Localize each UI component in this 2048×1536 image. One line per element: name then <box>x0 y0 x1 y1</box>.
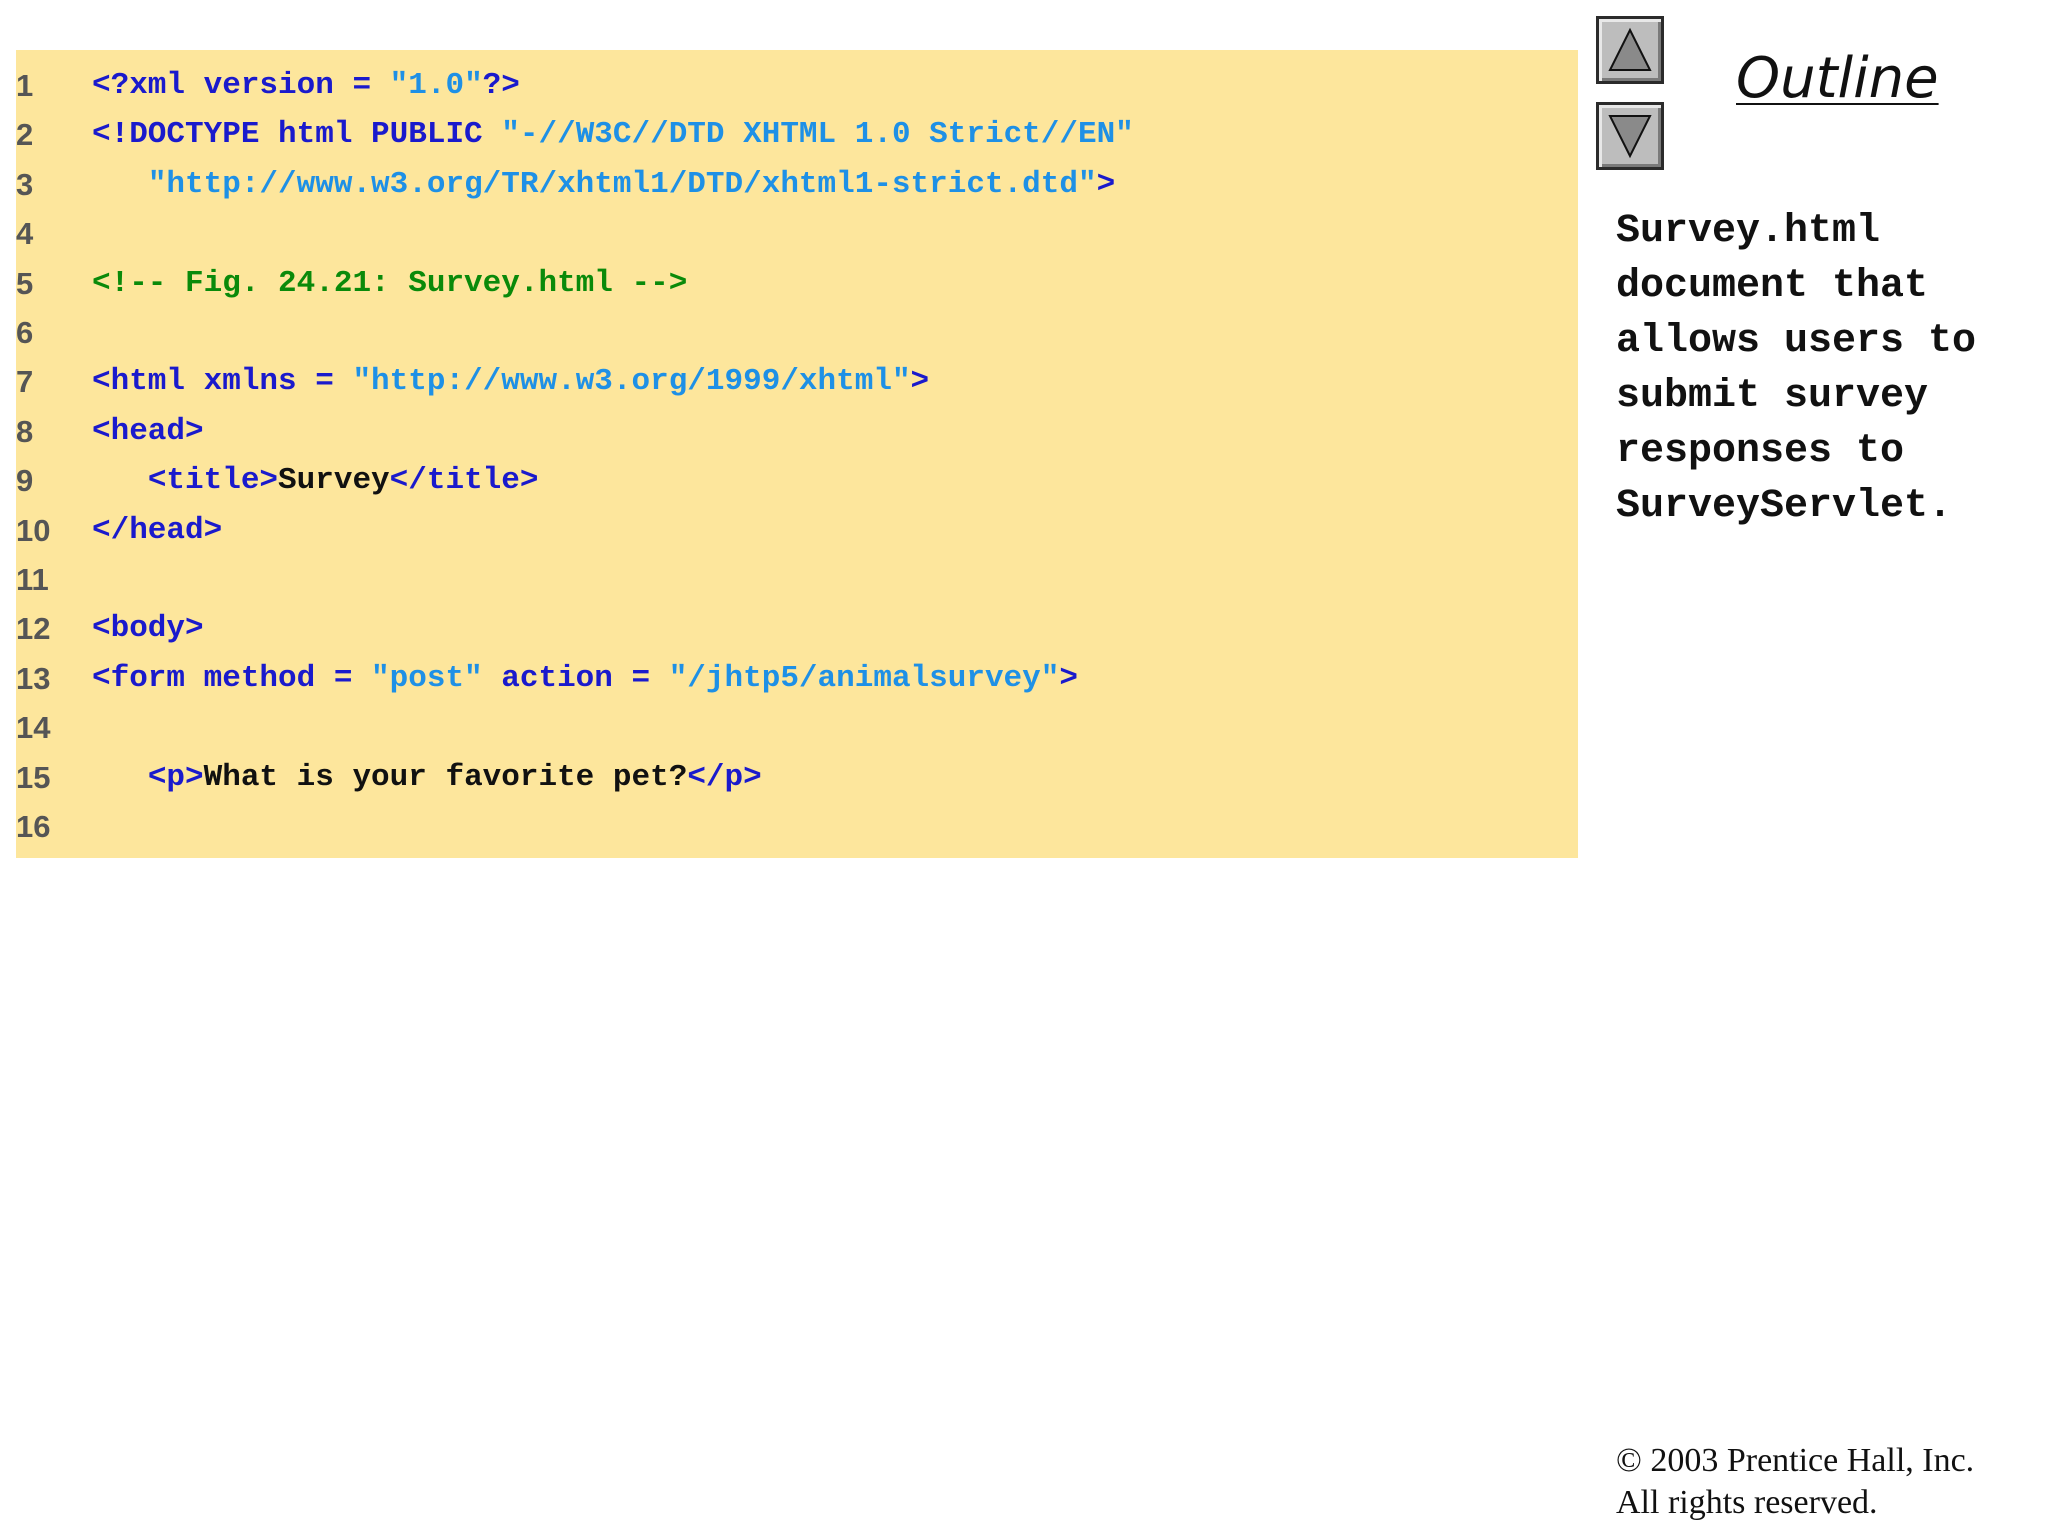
code-token: "http://www.w3.org/TR/xhtml1/DTD/xhtml1-… <box>147 166 1097 202</box>
code-line: 7 <html xmlns = "http://www.w3.org/1999/x… <box>16 357 1578 406</box>
description-line: document that <box>1616 264 1929 309</box>
next-slide-button[interactable] <box>1596 102 1664 170</box>
code-token: <!DOCTYPE html PUBLIC <box>92 117 502 153</box>
description-line: responses to <box>1616 429 1905 474</box>
up-arrow-icon <box>1608 27 1652 71</box>
code-line: 16 <box>16 802 1578 851</box>
code-token: </head> <box>92 512 223 548</box>
description-line: SurveyServlet. <box>1616 484 1953 529</box>
line-number: 16 <box>16 809 51 844</box>
description-line: submit survey <box>1616 374 1929 419</box>
code-line: 10 </head> <box>16 506 1578 555</box>
code-line: 11 <box>16 555 1578 604</box>
code-token: <p> <box>147 759 204 795</box>
code-token: <?xml version = <box>92 68 390 103</box>
code-token: > <box>1096 166 1116 202</box>
line-number: 2 <box>16 117 34 153</box>
code-text: <head> <box>92 407 204 456</box>
line-number: 8 <box>16 413 34 449</box>
line-number: 1 <box>16 68 34 103</box>
code-token: <!-- Fig. 24.21: Survey.html --> <box>92 265 688 301</box>
line-number: 6 <box>16 315 34 350</box>
code-line: 15 <p>What is your favorite pet?</p> <box>16 753 1578 802</box>
down-arrow-icon <box>1608 115 1652 159</box>
description-line: allows users to <box>1616 319 1977 364</box>
previous-slide-button[interactable] <box>1596 16 1664 84</box>
line-number: 7 <box>16 364 34 400</box>
code-line: 13 <form method = "post" action = "/jhtp5… <box>16 654 1578 703</box>
line-number: 12 <box>16 611 51 647</box>
code-token: "http://www.w3.org/1999/xhtml" <box>352 364 911 400</box>
code-text: <!-- Fig. 24.21: Survey.html --> <box>92 259 687 308</box>
code-token: <form method = <box>92 660 372 696</box>
code-text: <body> <box>92 604 204 653</box>
code-line: 14 <box>16 703 1578 752</box>
code-listing: 1 <?xml version = "1.0"?> 2 <!DOCTYPE html … <box>16 50 1578 858</box>
code-line: 9 <title>Survey</title> <box>16 456 1578 505</box>
outline-title[interactable]: Outline <box>1736 46 1939 111</box>
copyright-notice: © 2003 Prentice Hall, Inc. All rights re… <box>1616 1440 1974 1524</box>
code-token: "1.0" <box>389 68 483 103</box>
code-token: <title> <box>147 463 279 499</box>
line-number: 9 <box>16 463 34 499</box>
line-number: 4 <box>16 216 34 252</box>
code-token: ?> <box>482 68 520 103</box>
code-line: 1 <?xml version = "1.0"?> <box>16 61 1578 110</box>
description-line: Survey.html <box>1616 209 1881 254</box>
line-number: 15 <box>16 759 51 795</box>
code-line: 12 <body> <box>16 604 1578 653</box>
code-token: </p> <box>687 759 762 795</box>
code-token: Survey <box>278 463 390 499</box>
code-text: <title>Survey</title> <box>92 456 539 505</box>
code-token: <body> <box>92 611 204 647</box>
code-token: "-//W3C//DTD XHTML 1.0 Strict//EN" <box>501 117 1134 153</box>
code-line: 4 <box>16 209 1578 258</box>
slide-description: Survey.html document that allows users t… <box>1616 204 2048 534</box>
code-token: <html xmlns = <box>92 364 353 400</box>
line-number: 13 <box>16 660 51 696</box>
code-token: </title> <box>389 463 539 499</box>
code-text: "http://www.w3.org/TR/xhtml1/DTD/xhtml1-… <box>92 160 1115 209</box>
line-number: 3 <box>16 166 34 202</box>
line-number: 5 <box>16 265 34 301</box>
code-line: 5 <!-- Fig. 24.21: Survey.html --> <box>16 259 1578 308</box>
line-number: 11 <box>16 562 49 597</box>
code-line: 2 <!DOCTYPE html PUBLIC "-//W3C//DTD XHTM… <box>16 110 1578 159</box>
code-token: What is your favorite pet? <box>203 759 688 795</box>
line-number: 14 <box>16 710 51 746</box>
line-number: 10 <box>16 512 51 548</box>
code-token: > <box>910 364 930 400</box>
code-text: <?xml version = "1.0"?> <box>92 61 520 110</box>
copyright-line: © 2003 Prentice Hall, Inc. <box>1616 1442 1975 1479</box>
code-token: "post" <box>371 660 483 696</box>
code-line: 6 <box>16 308 1578 357</box>
code-line: 3 "http://www.w3.org/TR/xhtml1/DTD/xhtml… <box>16 160 1578 209</box>
code-text: <html xmlns = "http://www.w3.org/1999/xh… <box>92 357 929 406</box>
code-token: > <box>1059 660 1078 696</box>
code-token: action = <box>482 660 669 696</box>
code-text: </head> <box>92 506 222 555</box>
code-text: <!DOCTYPE html PUBLIC "-//W3C//DTD XHTML… <box>92 110 1134 159</box>
copyright-line: All rights reserved. <box>1616 1484 1878 1521</box>
code-token: "/jhtp5/animalsurvey" <box>668 660 1060 696</box>
code-line: 8 <head> <box>16 407 1578 456</box>
code-token: <head> <box>92 413 204 449</box>
code-text: <p>What is your favorite pet?</p> <box>92 753 762 802</box>
code-text: <form method = "post" action = "/jhtp5/a… <box>92 654 1078 703</box>
